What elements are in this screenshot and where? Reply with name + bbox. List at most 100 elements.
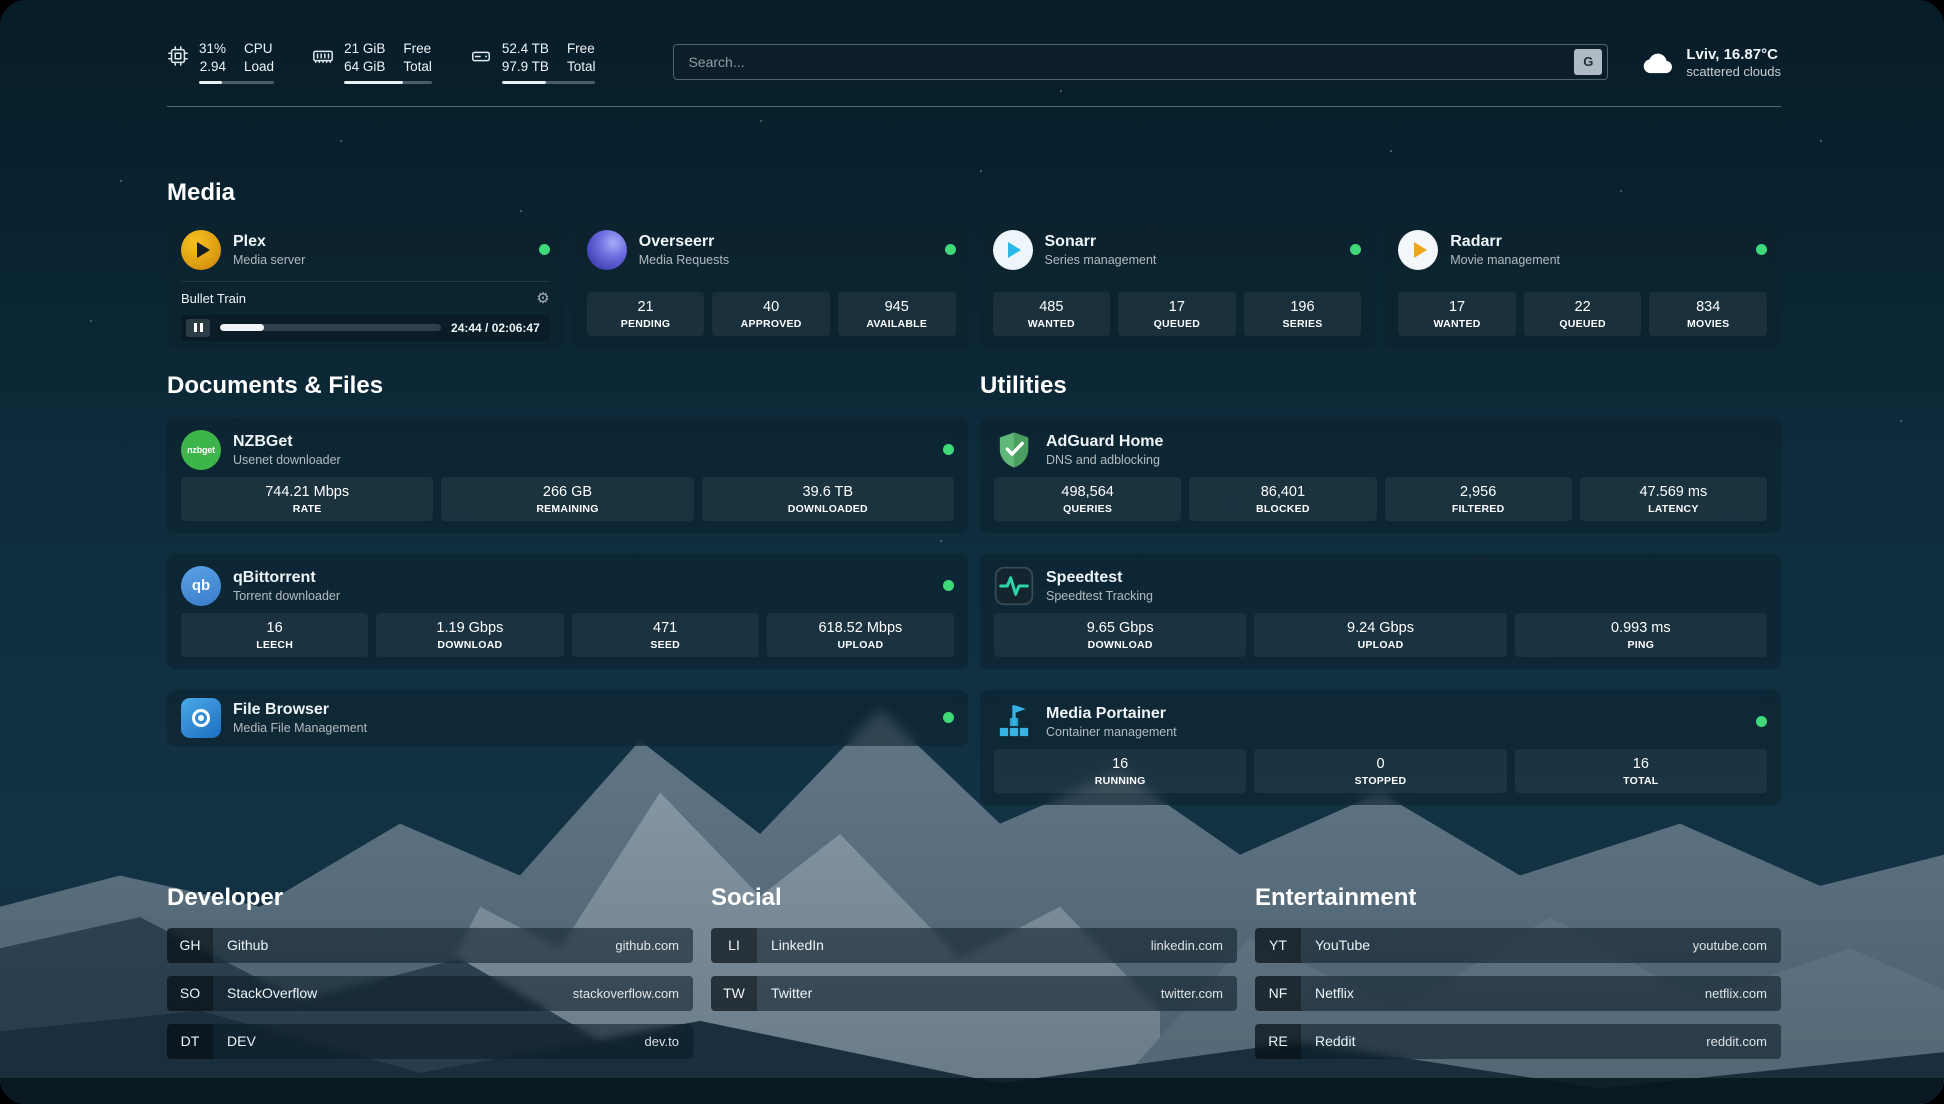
sonarr-icon	[993, 230, 1033, 270]
bookmark-twitter[interactable]: TW Twitter twitter.com	[711, 976, 1237, 1011]
dashboard-window: 31% CPU 2.94 Load	[0, 0, 1944, 1104]
stat-value: 196	[1248, 299, 1358, 315]
cloud-icon	[1638, 49, 1674, 75]
app-subtitle: Media server	[233, 253, 305, 267]
section-title-documents: Documents & Files	[167, 372, 968, 400]
app-subtitle: Media File Management	[233, 721, 367, 735]
cpu-percent: 31%	[199, 40, 226, 58]
stat-box: 16 TOTAL	[1515, 749, 1767, 793]
stat-label: TOTAL	[1519, 775, 1763, 787]
stat-box: 744.21 Mbps RATE	[181, 477, 433, 521]
search-input[interactable]	[688, 54, 1574, 70]
app-card-qbittorrent[interactable]: qb qBittorrent Torrent downloader 16 LEE…	[167, 554, 968, 669]
stat-box: 22 QUEUED	[1524, 292, 1642, 336]
storage-readout: 52.4 TB Free 97.9 TB Total	[502, 40, 596, 84]
app-subtitle: Usenet downloader	[233, 453, 341, 467]
stat-value: 9.24 Gbps	[1258, 620, 1502, 636]
playback-progress-bar[interactable]	[220, 324, 441, 331]
cpu-label: CPU	[244, 40, 274, 58]
stat-value: 9.65 Gbps	[998, 620, 1242, 636]
stat-box: 21 PENDING	[587, 292, 705, 336]
bookmark-name: LinkedIn	[771, 937, 824, 953]
stat-value: 17	[1402, 299, 1512, 315]
stat-value: 16	[998, 756, 1242, 772]
stat-label: LATENCY	[1584, 503, 1763, 515]
stat-value: 834	[1653, 299, 1763, 315]
gear-icon[interactable]: ⚙	[536, 291, 549, 306]
app-card-sonarr[interactable]: Sonarr Series management 485 WANTED 17 Q…	[979, 218, 1376, 348]
app-card-filebrowser[interactable]: File Browser Media File Management	[167, 690, 968, 746]
stat-box: 47.569 ms LATENCY	[1580, 477, 1767, 521]
stat-box: 0.993 ms PING	[1515, 613, 1767, 657]
search-bar[interactable]: G	[673, 44, 1608, 80]
bookmark-abbr: YT	[1255, 928, 1301, 963]
stat-label: RATE	[185, 503, 429, 515]
bookmark-reddit[interactable]: RE Reddit reddit.com	[1255, 1024, 1781, 1059]
utilities-column: Utilities AdGuard Home DNS and adblockin…	[980, 372, 1781, 826]
nzbget-icon: nzbget	[181, 430, 221, 470]
app-card-speedtest[interactable]: Speedtest Speedtest Tracking 9.65 Gbps D…	[980, 554, 1781, 669]
radarr-icon	[1398, 230, 1438, 270]
bookmark-name: Twitter	[771, 985, 812, 1001]
app-card-adguard[interactable]: AdGuard Home DNS and adblocking 498,564 …	[980, 418, 1781, 533]
status-dot	[1756, 244, 1767, 255]
stat-label: QUEUED	[1122, 318, 1232, 330]
app-card-portainer[interactable]: Media Portainer Container management 16 …	[980, 690, 1781, 805]
app-subtitle: Movie management	[1450, 253, 1560, 267]
section-title-social: Social	[711, 884, 1237, 912]
stat-value: 16	[1519, 756, 1763, 772]
stat-label: QUERIES	[998, 503, 1177, 515]
stat-box: 266 GB REMAINING	[441, 477, 693, 521]
cpu-readout: 31% CPU 2.94 Load	[199, 40, 274, 84]
bookmark-url: twitter.com	[1161, 986, 1223, 1001]
memory-total-label: Total	[403, 58, 432, 76]
stat-box: 1.19 Gbps DOWNLOAD	[376, 613, 563, 657]
app-card-nzbget[interactable]: nzbget NZBGet Usenet downloader 744.21 M…	[167, 418, 968, 533]
bookmarks-developer: Developer GH Github github.com SO StackO…	[167, 884, 693, 1072]
bookmark-abbr: RE	[1255, 1024, 1301, 1059]
stat-label: WANTED	[1402, 318, 1512, 330]
bookmark-url: dev.to	[645, 1034, 679, 1049]
stat-label: APPROVED	[716, 318, 826, 330]
adguard-shield-icon	[994, 430, 1034, 470]
app-name: File Browser	[233, 700, 367, 719]
bookmark-abbr: NF	[1255, 976, 1301, 1011]
bookmark-netflix[interactable]: NF Netflix netflix.com	[1255, 976, 1781, 1011]
memory-progress-bar	[344, 81, 432, 84]
bookmark-stackoverflow[interactable]: SO StackOverflow stackoverflow.com	[167, 976, 693, 1011]
app-card-plex[interactable]: Plex Media server Bullet Train ⚙ 24:44 /…	[167, 218, 564, 348]
stat-box: 17 QUEUED	[1118, 292, 1236, 336]
bookmark-dev[interactable]: DT DEV dev.to	[167, 1024, 693, 1059]
bookmark-youtube[interactable]: YT YouTube youtube.com	[1255, 928, 1781, 963]
stat-value: 47.569 ms	[1584, 484, 1763, 500]
status-dot	[943, 712, 954, 723]
status-dot	[943, 444, 954, 455]
bookmark-github[interactable]: GH Github github.com	[167, 928, 693, 963]
middle-columns: Documents & Files nzbget NZBGet Usenet d…	[167, 372, 1781, 826]
bookmark-url: stackoverflow.com	[573, 986, 679, 1001]
cpu-widget: 31% CPU 2.94 Load	[167, 40, 274, 84]
cpu-load-label: Load	[244, 58, 274, 76]
app-card-radarr[interactable]: Radarr Movie management 17 WANTED 22 QUE…	[1384, 218, 1781, 348]
bookmark-name: DEV	[227, 1033, 256, 1049]
stat-box: 0 STOPPED	[1254, 749, 1506, 793]
stat-box: 16 LEECH	[181, 613, 368, 657]
section-title-developer: Developer	[167, 884, 693, 912]
stat-box: 471 SEED	[572, 613, 759, 657]
overseerr-icon	[587, 230, 627, 270]
stat-value: 498,564	[998, 484, 1177, 500]
stat-label: REMAINING	[445, 503, 689, 515]
stat-value: 86,401	[1193, 484, 1372, 500]
stat-value: 744.21 Mbps	[185, 484, 429, 500]
pause-button[interactable]	[186, 319, 210, 337]
app-card-overseerr[interactable]: Overseerr Media Requests 21 PENDING 40 A…	[573, 218, 970, 348]
storage-free-label: Free	[567, 40, 596, 58]
stat-label: LEECH	[185, 639, 364, 651]
memory-icon	[312, 45, 334, 67]
stat-box: 945 AVAILABLE	[838, 292, 956, 336]
stat-label: WANTED	[997, 318, 1107, 330]
bookmark-linkedin[interactable]: LI LinkedIn linkedin.com	[711, 928, 1237, 963]
storage-total-label: Total	[567, 58, 596, 76]
search-engine-badge[interactable]: G	[1574, 49, 1602, 75]
bookmarks-section: Developer GH Github github.com SO StackO…	[167, 884, 1781, 1072]
